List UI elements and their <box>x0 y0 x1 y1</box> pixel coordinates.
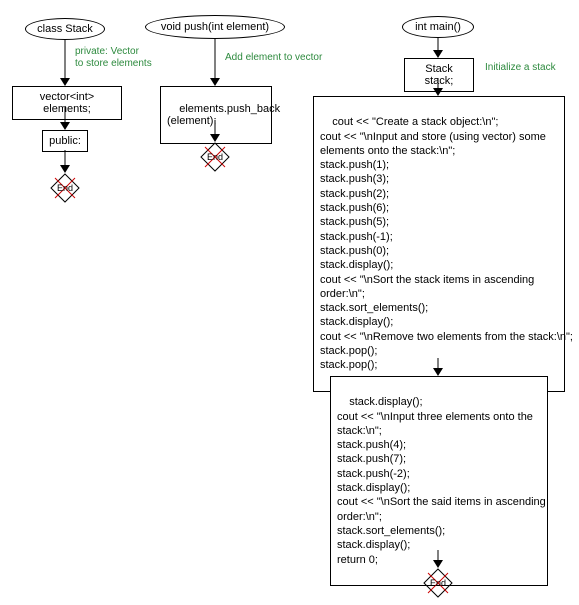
text: vector<int> elements; <box>40 91 94 115</box>
text: public: <box>49 135 81 147</box>
start-class-stack: class Stack <box>25 18 105 40</box>
arrowhead <box>60 122 70 130</box>
flowchart-canvas: class Stack private: Vector to store ele… <box>10 10 570 595</box>
svg-text:End: End <box>57 183 73 193</box>
svg-text:End: End <box>207 152 223 162</box>
arrowhead <box>60 165 70 173</box>
text: cout << "Create a stack object:\n"; cout… <box>320 116 573 371</box>
arrowhead <box>210 78 220 86</box>
box-main-code2: stack.display(); cout << "\nInput three … <box>330 376 548 586</box>
box-public: public: <box>42 130 88 152</box>
end-node-2: End <box>200 142 230 172</box>
arrow <box>214 39 216 83</box>
end-node-1: End <box>50 173 80 203</box>
label: int main() <box>415 21 461 33</box>
arrowhead <box>433 368 443 376</box>
text: elements.push_back (element); <box>167 103 280 127</box>
box-vector-elements: vector<int> elements; <box>12 86 122 120</box>
text: stack.display(); cout << "\nInput three … <box>337 396 546 565</box>
arrowhead <box>433 560 443 568</box>
start-main: int main() <box>402 16 474 38</box>
box-main-code1: cout << "Create a stack object:\n"; cout… <box>313 96 565 392</box>
annotation-add-element: Add element to vector <box>225 52 322 64</box>
svg-text:End: End <box>430 578 446 588</box>
arrowhead <box>433 50 443 58</box>
arrowhead <box>60 78 70 86</box>
annotation-init-stack: Initialize a stack <box>485 62 556 74</box>
arrowhead <box>433 88 443 96</box>
arrowhead <box>210 134 220 142</box>
box-stack-declare: Stack stack; <box>404 58 474 92</box>
annotation-private: private: Vector to store elements <box>75 46 152 70</box>
label: class Stack <box>37 23 93 35</box>
start-push: void push(int element) <box>145 15 285 39</box>
end-node-3: End <box>423 568 453 598</box>
label: void push(int element) <box>161 21 269 33</box>
